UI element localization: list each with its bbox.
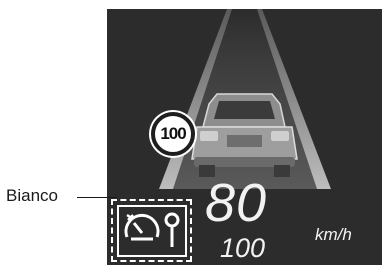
set-speed: 100	[220, 233, 266, 263]
speed-limit-sign: 100	[151, 112, 195, 156]
speed-limit-value: 100	[160, 124, 186, 143]
lane-keep-icon	[164, 212, 180, 247]
speedometer-icon	[124, 213, 160, 241]
indicator-icons	[124, 212, 180, 247]
car-icon	[191, 93, 298, 177]
speed-unit: km/h	[315, 225, 352, 244]
current-speed: 80	[205, 173, 268, 233]
callout-label: Bianco	[6, 186, 58, 205]
indicator-panel	[117, 205, 187, 257]
callout-line	[77, 197, 117, 198]
